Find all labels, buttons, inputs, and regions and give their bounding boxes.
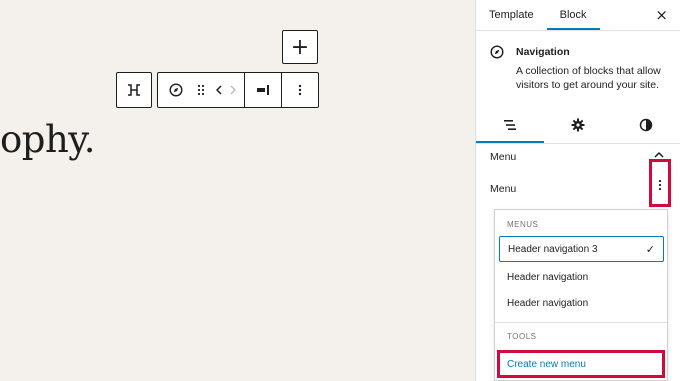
menu-item-header-navigation[interactable]: Header navigation xyxy=(499,290,664,316)
tab-styles[interactable] xyxy=(612,107,680,143)
tab-template[interactable]: Template xyxy=(476,0,547,30)
drag-handle-icon xyxy=(197,84,205,96)
gear-icon xyxy=(571,118,585,132)
menus-group-label: MENUS xyxy=(507,220,539,229)
list-view-icon xyxy=(504,120,516,130)
block-toolbar xyxy=(157,72,319,108)
chevron-up-icon[interactable] xyxy=(654,151,664,159)
move-arrows-icon xyxy=(216,85,236,95)
more-options-button[interactable] xyxy=(282,73,318,107)
menu-item-label: Header navigation 3 xyxy=(508,243,598,255)
block-title: Navigation xyxy=(516,46,570,58)
menu-options-icon[interactable] xyxy=(658,178,662,192)
close-icon[interactable]: × xyxy=(655,6,668,24)
tab-list-view[interactable] xyxy=(476,107,544,143)
menu-item-label: Header navigation xyxy=(507,297,589,309)
block-transform-button[interactable] xyxy=(116,72,152,108)
menu-options-dropdown: MENUS Header navigation 3 ✓ Header navig… xyxy=(494,209,668,381)
tools-group-label: TOOLS xyxy=(507,332,537,341)
block-card: Navigation A collection of blocks that a… xyxy=(476,31,680,107)
block-settings-tabs xyxy=(476,107,680,144)
create-new-menu-label: Create new menu xyxy=(507,358,586,370)
justification-button[interactable] xyxy=(245,73,281,107)
justify-icon xyxy=(257,85,269,95)
menu-item-label: Header navigation xyxy=(507,271,589,283)
menu-panel-heading[interactable]: Menu xyxy=(490,151,516,163)
tab-block[interactable]: Block xyxy=(547,0,600,30)
menu-label: Menu xyxy=(490,183,517,195)
plus-icon: + xyxy=(290,34,310,60)
styles-icon xyxy=(639,118,653,132)
more-options-icon xyxy=(298,84,302,96)
navigation-compass-icon xyxy=(490,45,504,59)
navigation-compass-icon xyxy=(169,83,183,97)
block-description: A collection of blocks that allow visito… xyxy=(516,65,661,91)
transform-icon xyxy=(128,84,140,96)
navigation-block-button[interactable] xyxy=(158,73,194,107)
create-new-menu-button[interactable]: Create new menu xyxy=(497,350,665,378)
menu-item-header-navigation-3[interactable]: Header navigation 3 ✓ xyxy=(499,236,664,262)
editor-canvas[interactable]: ophy. + xyxy=(0,0,475,381)
dropdown-divider xyxy=(495,322,667,323)
add-block-button[interactable]: + xyxy=(282,30,318,64)
menu-item-header-navigation[interactable]: Header navigation xyxy=(499,264,664,290)
tab-settings[interactable] xyxy=(544,107,612,143)
drag-handle[interactable] xyxy=(194,73,208,107)
site-heading-text[interactable]: ophy. xyxy=(0,118,96,161)
move-buttons[interactable] xyxy=(208,73,244,107)
sidebar-tabs: Template Block × xyxy=(476,0,680,31)
check-icon: ✓ xyxy=(645,243,655,256)
